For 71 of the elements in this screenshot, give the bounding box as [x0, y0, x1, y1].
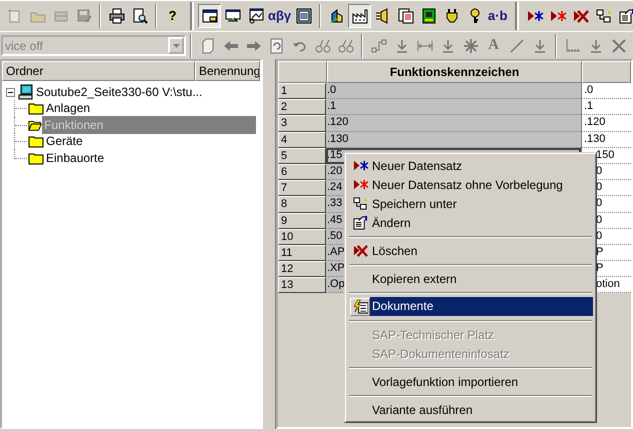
documents-icon: [398, 8, 414, 24]
window-icon: [202, 8, 218, 24]
arrow-star-icon: [352, 158, 368, 173]
table-cell: .130: [326, 132, 581, 148]
line-icon: [508, 38, 524, 54]
column-header[interactable]: Funktionskennzeichen: [327, 61, 582, 83]
computer-icon: [18, 84, 34, 100]
table-cell: .120: [581, 115, 631, 132]
printer-icon: [108, 8, 124, 24]
monitor-icon: [224, 8, 240, 24]
toolbar-button[interactable]: a·b: [486, 4, 510, 28]
caret-icon: [172, 44, 180, 48]
refresh-icon: [268, 38, 284, 54]
blocks-icon: [328, 8, 345, 24]
column-header[interactable]: Ordner: [2, 61, 195, 81]
glasses-icon: [338, 38, 354, 54]
column-header[interactable]: [582, 61, 631, 83]
cross-icon: [610, 38, 626, 54]
delete-icon: [572, 8, 589, 24]
delete-icon: [352, 243, 368, 258]
toolbar-button[interactable]: [348, 4, 372, 28]
menu-item[interactable]: Variante ausführen: [348, 400, 593, 419]
row-number[interactable]: 12: [278, 261, 326, 278]
chart-window-icon: [248, 8, 264, 24]
row-number[interactable]: 3: [278, 115, 326, 132]
tree-item[interactable]: Geräte: [44, 132, 85, 150]
row-number[interactable]: 2: [278, 99, 326, 116]
circuit-board-icon: [420, 8, 437, 24]
row-number[interactable]: 13: [278, 277, 326, 294]
row-number[interactable]: 6: [278, 164, 326, 180]
arrow-star-icon: [550, 8, 566, 24]
tree-icon: [352, 196, 368, 211]
lightning-window-icon: [352, 299, 368, 314]
row-number[interactable]: 5: [278, 148, 326, 164]
tree-icon: [596, 8, 612, 24]
table-cell: .130: [581, 132, 631, 148]
table-cell: .0: [581, 83, 631, 100]
arrow-star-icon: [526, 8, 543, 24]
tree-item[interactable]: Soutube2_Seite330-60 V:\stu...: [34, 83, 204, 101]
row-number[interactable]: 10: [278, 228, 326, 245]
table-cell: .0: [326, 83, 581, 100]
edit-icon: [352, 215, 368, 230]
table-cell: .1: [581, 99, 631, 116]
edit-icon: [618, 8, 633, 24]
arrow-star-icon: [352, 177, 368, 192]
splitter-bar[interactable]: [262, 59, 276, 429]
row-number[interactable]: 4: [278, 132, 326, 148]
help-button[interactable]: ?: [161, 4, 184, 28]
toolbar-button[interactable]: αβγ: [267, 4, 292, 28]
asterisk-icon: [462, 38, 478, 54]
page-icon: [200, 38, 216, 54]
row-number[interactable]: 7: [278, 180, 326, 196]
collapse-icon[interactable]: [6, 88, 15, 96]
magnifier-document-icon: [132, 8, 148, 24]
row-number[interactable]: 11: [278, 244, 326, 262]
row-number[interactable]: 8: [278, 196, 326, 212]
menu-item[interactable]: Vorlagefunktion importieren: [348, 372, 593, 391]
tree-item[interactable]: Anlagen: [44, 99, 92, 118]
factory-icon: [352, 8, 368, 24]
glasses-icon: [314, 38, 330, 54]
toolbar-button[interactable]: [198, 4, 221, 28]
table-cell: .1: [326, 99, 581, 116]
plug-icon: [444, 8, 460, 24]
table-cell: .120: [326, 115, 581, 132]
row-number[interactable]: 9: [278, 212, 326, 229]
tree-item[interactable]: Einbauorte: [44, 148, 106, 167]
ruler-icon: [564, 38, 580, 54]
connector-icon: [370, 38, 386, 54]
list-window-icon: [296, 8, 312, 24]
new-document-icon: [6, 8, 22, 24]
row-number[interactable]: 1: [278, 83, 326, 100]
